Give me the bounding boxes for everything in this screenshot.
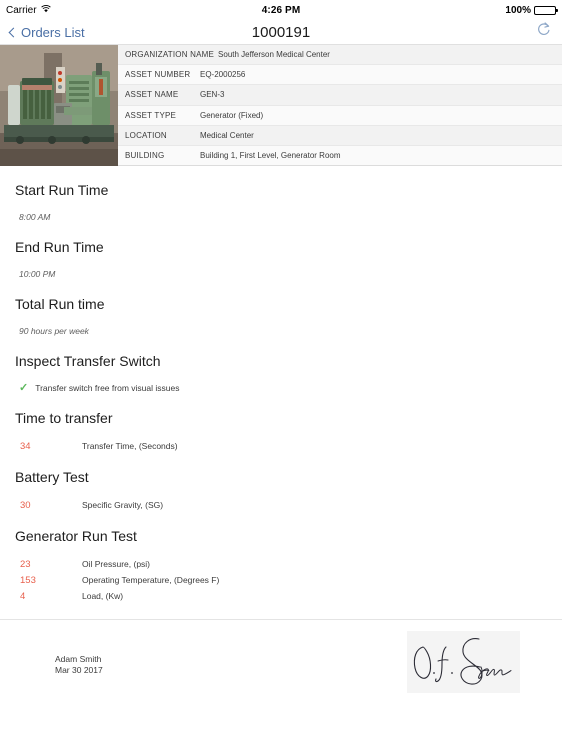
section-time-to-transfer: Time to transfer 34 Transfer Time, (Seco… bbox=[0, 394, 562, 453]
signature-block: Adam Smith Mar 30 2017 bbox=[0, 620, 562, 735]
section-end-run-time: End Run Time 10:00 PM bbox=[0, 223, 562, 280]
signer-info: Adam Smith Mar 30 2017 bbox=[55, 654, 103, 676]
measure-label: Oil Pressure, (psi) bbox=[82, 559, 151, 569]
generator-run-test-measures: 23 Oil Pressure, (psi) 153 Operating Tem… bbox=[15, 545, 562, 603]
measure-value: 153 bbox=[20, 575, 36, 586]
table-row: ORGANIZATION NAME South Jefferson Medica… bbox=[118, 45, 562, 66]
measure-row[interactable]: 4 Load, (Kw) bbox=[15, 590, 562, 603]
measure-label: Operating Temperature, (Degrees F) bbox=[82, 575, 220, 585]
status-bar-clock: 4:26 PM bbox=[261, 4, 301, 16]
transfer-switch-check-row[interactable]: ✓ Transfer switch free from visual issue… bbox=[15, 370, 562, 394]
table-row: LOCATION Medical Center bbox=[118, 125, 562, 146]
section-heading: Inspect Transfer Switch bbox=[15, 353, 161, 369]
table-row: BUILDING Building 1, First Level, Genera… bbox=[118, 145, 562, 167]
carrier-label: Carrier bbox=[6, 4, 37, 16]
section-inspect-transfer-switch: Inspect Transfer Switch ✓ Transfer switc… bbox=[0, 337, 562, 394]
asset-row-label: ASSET TYPE bbox=[125, 110, 177, 120]
asset-row-value: Generator (Fixed) bbox=[200, 110, 264, 120]
section-heading: Total Run time bbox=[15, 296, 105, 312]
measure-row[interactable]: 30 Specific Gravity, (SG) bbox=[15, 499, 562, 512]
status-bar: Carrier 4:26 PM 100% bbox=[0, 0, 562, 20]
asset-row-value: Medical Center bbox=[200, 130, 254, 140]
asset-row-value: EQ-2000256 bbox=[200, 70, 246, 80]
wifi-icon bbox=[40, 4, 51, 16]
section-start-run-time: Start Run Time 8:00 AM bbox=[0, 166, 562, 223]
section-battery-test: Battery Test 30 Specific Gravity, (SG) bbox=[0, 453, 562, 512]
chevron-left-icon bbox=[8, 27, 19, 37]
total-run-time-value[interactable]: 90 hours per week bbox=[15, 313, 562, 337]
asset-row-value: GEN-3 bbox=[200, 90, 225, 100]
asset-row-label: ASSET NUMBER bbox=[125, 70, 191, 80]
back-button-label: Orders List bbox=[21, 24, 85, 40]
section-heading: Generator Run Test bbox=[15, 528, 137, 544]
battery-percent-label: 100% bbox=[505, 4, 531, 16]
asset-row-value: Building 1, First Level, Generator Room bbox=[200, 150, 341, 160]
asset-header: ORGANIZATION NAME South Jefferson Medica… bbox=[0, 44, 562, 167]
measure-label: Transfer Time, (Seconds) bbox=[82, 441, 178, 451]
measure-row[interactable]: 34 Transfer Time, (Seconds) bbox=[15, 440, 562, 453]
measure-row[interactable]: 23 Oil Pressure, (psi) bbox=[15, 558, 562, 571]
asset-row-value: South Jefferson Medical Center bbox=[218, 50, 330, 60]
handwritten-signature[interactable] bbox=[407, 631, 520, 693]
status-bar-left: Carrier bbox=[6, 5, 262, 16]
section-heading: Time to transfer bbox=[15, 410, 113, 426]
time-to-transfer-measures: 34 Transfer Time, (Seconds) bbox=[15, 427, 562, 453]
section-heading: End Run Time bbox=[15, 239, 104, 255]
battery-full-icon bbox=[534, 5, 558, 15]
asset-info-table: ORGANIZATION NAME South Jefferson Medica… bbox=[118, 45, 562, 167]
asset-row-label: ASSET NAME bbox=[125, 90, 179, 100]
generator-photo[interactable] bbox=[0, 45, 118, 166]
measure-value: 34 bbox=[20, 441, 31, 452]
section-heading: Battery Test bbox=[15, 469, 89, 485]
asset-row-label: LOCATION bbox=[125, 130, 167, 140]
measure-value: 23 bbox=[20, 559, 31, 570]
inspection-form-body: Start Run Time 8:00 AM End Run Time 10:0… bbox=[0, 166, 562, 735]
navigation-bar: Orders List 1000191 bbox=[0, 20, 562, 44]
measure-label: Specific Gravity, (SG) bbox=[82, 500, 164, 510]
checkmark-icon: ✓ bbox=[19, 382, 29, 394]
signer-name: Adam Smith bbox=[55, 654, 102, 664]
asset-row-label: ORGANIZATION NAME bbox=[125, 50, 215, 60]
start-run-time-value[interactable]: 8:00 AM bbox=[15, 199, 562, 223]
end-run-time-value[interactable]: 10:00 PM bbox=[15, 256, 562, 280]
table-row: ASSET TYPE Generator (Fixed) bbox=[118, 105, 562, 126]
section-total-run-time: Total Run time 90 hours per week bbox=[0, 280, 562, 337]
transfer-switch-check-label: Transfer switch free from visual issues bbox=[35, 383, 180, 393]
measure-row[interactable]: 153 Operating Temperature, (Degrees F) bbox=[15, 574, 562, 587]
table-row: ASSET NAME GEN-3 bbox=[118, 85, 562, 106]
navigation-bar-right bbox=[281, 21, 552, 43]
section-generator-run-test: Generator Run Test 23 Oil Pressure, (psi… bbox=[0, 512, 562, 603]
back-to-orders-list-button[interactable]: Orders List bbox=[8, 24, 281, 40]
table-row: ASSET NUMBER EQ-2000256 bbox=[118, 65, 562, 86]
asset-row-label: BUILDING bbox=[125, 150, 165, 160]
status-bar-right: 100% bbox=[300, 4, 558, 16]
section-heading: Start Run Time bbox=[15, 182, 109, 198]
measure-value: 4 bbox=[20, 591, 26, 602]
signed-date: Mar 30 2017 bbox=[55, 665, 103, 675]
refresh-icon[interactable] bbox=[535, 21, 552, 43]
measure-value: 30 bbox=[20, 500, 31, 511]
measure-label: Load, (Kw) bbox=[82, 591, 124, 601]
battery-test-measures: 30 Specific Gravity, (SG) bbox=[15, 486, 562, 512]
